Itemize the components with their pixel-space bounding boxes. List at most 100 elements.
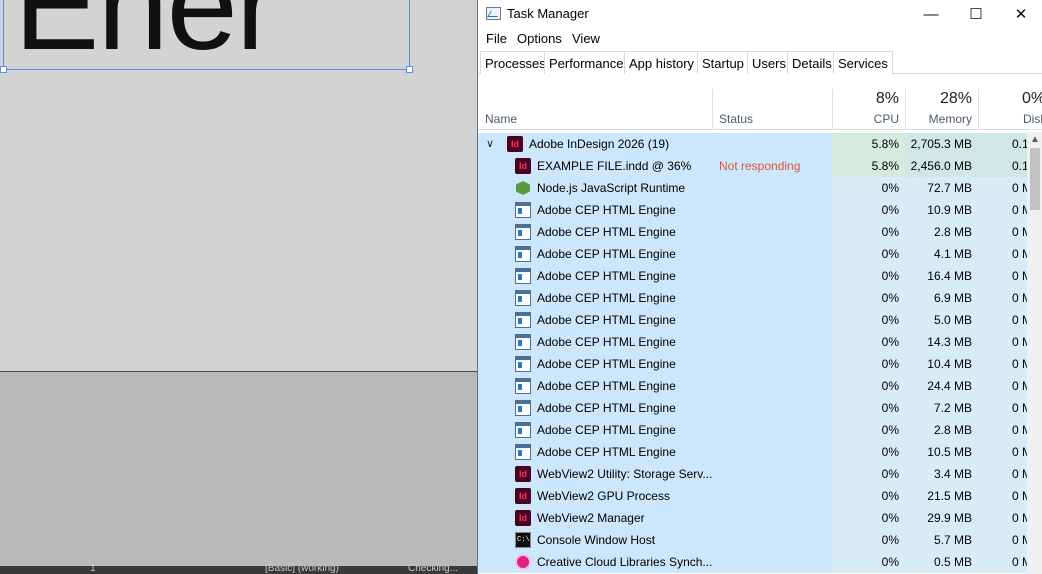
process-memory: 7.2 MB (933, 401, 972, 415)
indesign-icon: Id (515, 510, 531, 526)
cep-engine-icon (515, 290, 531, 306)
indesign-page[interactable]: Ener (0, 0, 477, 372)
column-name-label: Name (485, 112, 518, 126)
indesign-icon: Id (515, 158, 531, 174)
cep-engine-icon (515, 422, 531, 438)
column-memory-label: Memory (928, 112, 972, 126)
process-cpu: 0% (881, 555, 899, 569)
process-row[interactable]: Id WebView2 Manager 0% 29.9 MB 0 M (478, 507, 1027, 529)
indesign-status-bar: 1 [Basic] (working) Checking... (0, 563, 477, 574)
process-row[interactable]: Adobe CEP HTML Engine 0% 14.3 MB 0 M (478, 331, 1027, 353)
process-memory: 0.5 MB (933, 555, 972, 569)
tab-bar: Processes Performance App history Startu… (478, 51, 1042, 75)
column-disk-label: Disk (1023, 112, 1042, 126)
column-header-name[interactable]: Name (478, 89, 712, 130)
title-bar[interactable]: Task Manager — ☐ ✕ (478, 0, 1042, 29)
process-list: ∨ Id Adobe InDesign 2026 (19) 5.8% 2,705.3 M… (478, 132, 1027, 574)
process-name: Node.js JavaScript Runtime (537, 181, 686, 195)
process-cpu: 5.8% (871, 159, 899, 173)
tab-services[interactable]: Services (833, 51, 893, 74)
process-row[interactable]: Node.js JavaScript Runtime 0% 72.7 MB 0 M (478, 177, 1027, 199)
process-row[interactable]: Adobe CEP HTML Engine 0% 5.0 MB 0 M (478, 309, 1027, 331)
process-row[interactable]: Adobe CEP HTML Engine 0% 16.4 MB 0 M (478, 265, 1027, 287)
scroll-up-arrow-icon[interactable]: ▲ (1030, 134, 1040, 145)
process-name: WebView2 Manager (537, 511, 645, 525)
column-header-disk[interactable]: 0% Disk (979, 89, 1042, 130)
expand-chevron-icon[interactable]: ∨ (486, 137, 494, 150)
frame-handle-bottom-center[interactable] (406, 66, 413, 73)
process-row[interactable]: Adobe CEP HTML Engine 0% 2.8 MB 0 M (478, 221, 1027, 243)
column-header-cpu[interactable]: 8% CPU (833, 89, 905, 130)
process-disk: 0 M (1012, 401, 1027, 415)
process-disk: 0 M (1012, 423, 1027, 437)
frame-handle-bottom-left[interactable] (0, 66, 7, 73)
process-memory: 2,456.0 MB (910, 159, 972, 173)
process-row[interactable]: Id WebView2 GPU Process 0% 21.5 MB 0 M (478, 485, 1027, 507)
process-row[interactable]: Adobe CEP HTML Engine 0% 6.9 MB 0 M (478, 287, 1027, 309)
process-row[interactable]: Id EXAMPLE FILE.indd @ 36% Not responding 5… (478, 155, 1027, 177)
process-disk: 0 M (1012, 335, 1027, 349)
cep-engine-icon (515, 356, 531, 372)
process-cpu: 0% (881, 291, 899, 305)
cep-engine-icon (515, 444, 531, 460)
close-button[interactable]: ✕ (998, 0, 1042, 28)
process-disk: 0 M (1012, 445, 1027, 459)
tab-users[interactable]: Users (747, 51, 791, 74)
menu-bar: File Options View (478, 29, 1042, 49)
layout-mode-label[interactable]: [Basic] (working) (265, 563, 339, 574)
process-name: Adobe CEP HTML Engine (537, 335, 676, 349)
process-row[interactable]: Creative Cloud Libraries Synch... 0% 0.5 M… (478, 551, 1027, 573)
tab-startup[interactable]: Startup (697, 51, 749, 74)
process-row[interactable]: Adobe CEP HTML Engine 0% 4.1 MB 0 M (478, 243, 1027, 265)
process-cpu: 0% (881, 225, 899, 239)
process-row[interactable]: Adobe CEP HTML Engine 0% 7.2 MB 0 M (478, 397, 1027, 419)
desktop: Ener 1 [Basic] (working) Checking... Tas… (0, 0, 1042, 574)
process-disk: 0.1 M (1012, 159, 1027, 173)
process-memory: 4.1 MB (933, 247, 972, 261)
process-disk: 0 M (1012, 533, 1027, 547)
menu-options[interactable]: Options (517, 31, 562, 46)
process-row[interactable]: Adobe CEP HTML Engine 0% 10.5 MB 0 M (478, 441, 1027, 463)
indesign-document-window: Ener 1 [Basic] (working) Checking... (0, 0, 477, 574)
process-row[interactable]: ∨ Id Adobe InDesign 2026 (19) 5.8% 2,705.3 M… (478, 133, 1027, 155)
memory-total-percent: 28% (939, 90, 972, 107)
console-icon: C:\ (515, 532, 531, 548)
preflight-status[interactable]: Checking... (408, 563, 458, 574)
process-memory: 10.4 MB (927, 357, 972, 371)
process-disk: 0.1 M (1012, 137, 1027, 151)
process-row[interactable]: Id WebView2 Utility: Storage Serv... 0% 3.4… (478, 463, 1027, 485)
menu-file[interactable]: File (486, 31, 507, 46)
tab-processes[interactable]: Processes (480, 51, 551, 75)
page-number-field[interactable]: 1 (90, 563, 96, 574)
process-name: Adobe CEP HTML Engine (537, 445, 676, 459)
process-disk: 0 M (1012, 489, 1027, 503)
process-memory: 3.4 MB (933, 467, 972, 481)
nodejs-icon (515, 180, 531, 196)
process-cpu: 0% (881, 401, 899, 415)
process-row[interactable]: Adobe CEP HTML Engine 0% 24.4 MB 0 M (478, 375, 1027, 397)
process-row[interactable]: C:\ Console Window Host 0% 5.7 MB 0 M (478, 529, 1027, 551)
menu-view[interactable]: View (572, 31, 600, 46)
cep-engine-icon (515, 378, 531, 394)
column-header: Name Status 8% CPU 28% Memory 0% Disk (478, 89, 1042, 130)
process-disk: 0 M (1012, 291, 1027, 305)
process-memory: 16.4 MB (927, 269, 972, 283)
tab-app-history[interactable]: App history (624, 51, 700, 74)
process-memory: 21.5 MB (927, 489, 972, 503)
tab-details[interactable]: Details (787, 51, 837, 74)
process-memory: 6.9 MB (933, 291, 972, 305)
minimize-button[interactable]: — (908, 0, 954, 28)
scrollbar-thumb[interactable] (1030, 148, 1040, 210)
selected-text-frame[interactable] (3, 0, 410, 70)
tab-performance[interactable]: Performance (544, 51, 629, 74)
column-header-memory[interactable]: 28% Memory (906, 89, 978, 130)
vertical-scrollbar[interactable]: ▲ (1027, 132, 1042, 574)
process-row[interactable]: Adobe CEP HTML Engine 0% 10.9 MB 0 M (478, 199, 1027, 221)
process-row[interactable]: Adobe CEP HTML Engine 0% 10.4 MB 0 M (478, 353, 1027, 375)
process-disk: 0 M (1012, 313, 1027, 327)
column-header-status[interactable]: Status (713, 89, 832, 130)
process-disk: 0 M (1012, 379, 1027, 393)
process-row[interactable]: Adobe CEP HTML Engine 0% 2.8 MB 0 M (478, 419, 1027, 441)
maximize-button[interactable]: ☐ (953, 0, 999, 28)
process-cpu: 0% (881, 489, 899, 503)
